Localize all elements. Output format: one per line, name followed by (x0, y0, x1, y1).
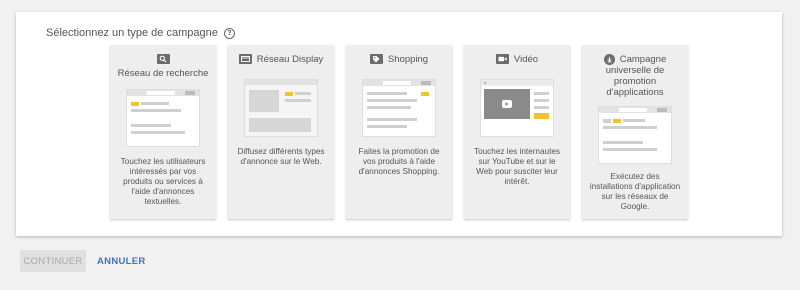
card-description: Faites la promotion de vos produits à l'… (358, 147, 440, 176)
video-player (484, 89, 530, 119)
display-icon (238, 54, 252, 64)
card-title: Shopping (346, 54, 452, 65)
card-display-network[interactable]: Réseau Display Diffusez différents types… (228, 45, 334, 219)
card-video[interactable]: Vidéo ● Touchez les internautes sur YouT… (464, 45, 570, 219)
continue-button[interactable]: CONTINUER (20, 250, 86, 272)
cancel-button[interactable]: ANNULER (97, 250, 146, 272)
card-universal-app-campaign[interactable]: Campagne universelle de promotion d'appl… (582, 45, 688, 219)
card-title-label: Vidéo (513, 54, 539, 65)
card-description: Exécutez des installations d'application… (589, 172, 681, 211)
app-download-icon (603, 54, 615, 65)
card-title-label: Shopping (387, 54, 429, 65)
card-title: Vidéo (464, 54, 570, 65)
card-description: Diffusez différents types d'annonce sur … (237, 147, 325, 166)
card-title: Campagne universelle de promotion d'appl… (582, 54, 688, 98)
card-title: Réseau Display (228, 54, 334, 65)
card-title-line: d'applications (606, 87, 664, 98)
card-title-line: Campagne (619, 54, 667, 65)
app-ad-illustration (598, 106, 672, 164)
card-description: Touchez les internautes sur YouTube et s… (473, 147, 561, 186)
display-ad-illustration (244, 79, 318, 137)
card-title-label: Réseau de recherche (117, 68, 209, 79)
campaign-type-heading-label: Sélectionnez un type de campagne (46, 27, 218, 39)
video-ad-illustration: ● (480, 79, 554, 137)
card-title: Réseau de recherche (110, 54, 216, 79)
search-ad-illustration (126, 89, 200, 147)
shopping-ad-illustration (362, 79, 436, 137)
search-icon (156, 54, 170, 64)
shopping-tag-icon (369, 54, 383, 64)
play-icon (502, 100, 512, 108)
card-title-line: promotion (613, 76, 657, 87)
help-icon[interactable]: ? (223, 27, 235, 39)
card-search-network[interactable]: Réseau de recherche Touchez les utilisat… (110, 45, 216, 219)
card-description: Touchez les utilisateurs intéressés par … (120, 157, 206, 206)
campaign-type-heading: Sélectionnez un type de campagne ? (46, 27, 235, 39)
card-title-label: Réseau Display (256, 54, 324, 65)
card-shopping[interactable]: Shopping Faites la promotion de vos prod… (346, 45, 452, 219)
card-title-line: universelle de (605, 65, 665, 76)
video-camera-icon (495, 54, 509, 64)
campaign-type-panel: Sélectionnez un type de campagne ? Résea… (16, 12, 782, 236)
